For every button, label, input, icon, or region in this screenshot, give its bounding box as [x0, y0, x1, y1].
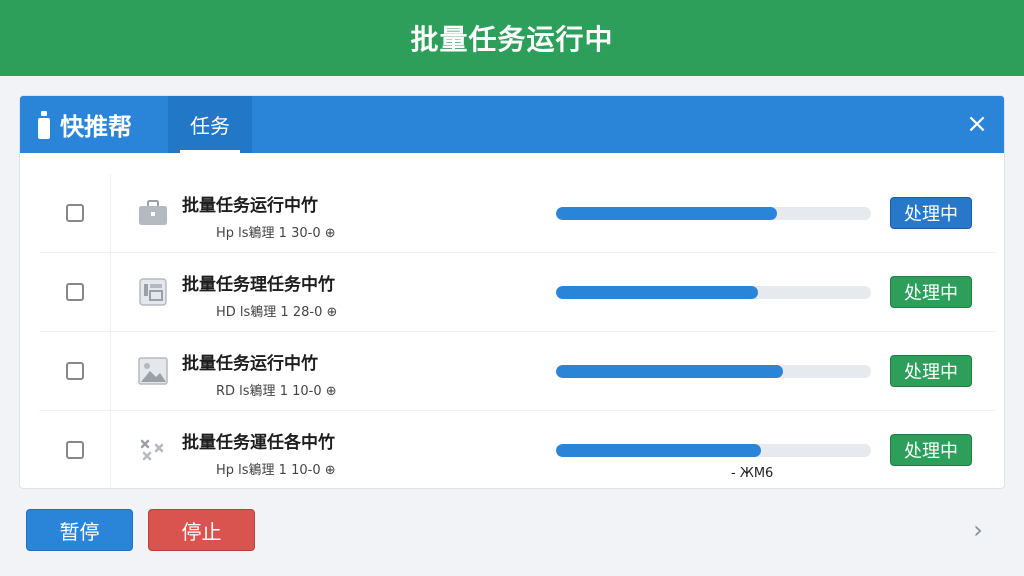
- brand-label: 快推帮: [60, 113, 132, 141]
- task-title: 批量任务运行中竹: [182, 196, 318, 216]
- puzzle-icon: [137, 435, 169, 465]
- task-checkbox[interactable]: [65, 283, 84, 301]
- status-badge[interactable]: 处理中: [890, 434, 972, 466]
- task-progress-fill: [556, 444, 761, 457]
- size-note: - ЖМ6: [731, 466, 774, 481]
- task-title: 批量任务理任务中竹: [182, 275, 335, 295]
- task-row: 批量任务運任各中竹 Hp ls鵴理 1 10-0 ⊕ 处理中: [39, 411, 995, 488]
- task-checkbox[interactable]: [65, 204, 84, 222]
- usb-drive-icon: [38, 110, 50, 139]
- task-text: 批量任务运行中竹 RD ls鵴理 1 10-0 ⊕: [182, 349, 337, 399]
- checkbox-cell: [39, 332, 111, 410]
- task-checkbox[interactable]: [65, 362, 84, 380]
- panel-header: 快推帮 任务 ×: [20, 96, 1004, 153]
- task-text: 批量任务運任各中竹 Hp ls鵴理 1 10-0 ⊕: [182, 428, 336, 478]
- task-subtitle: HD ls鵴理 1 28-0 ⊕: [216, 305, 338, 320]
- task-checkbox[interactable]: [65, 441, 84, 459]
- status-badge[interactable]: 处理中: [890, 276, 972, 308]
- checkbox-cell: [39, 411, 111, 488]
- brand: 快推帮: [20, 96, 168, 153]
- task-progress-fill: [556, 286, 758, 299]
- task-row: 批量任务运行中竹 Hp ls鵴理 1 30-0 ⊕ 处理中: [39, 174, 995, 253]
- briefcase-icon: [137, 198, 169, 228]
- task-subtitle: Hp ls鵴理 1 10-0 ⊕: [216, 463, 336, 478]
- task-progress-fill: [556, 365, 783, 378]
- task-title: 批量任务運任各中竹: [182, 433, 335, 453]
- status-badge[interactable]: 处理中: [890, 355, 972, 387]
- top-banner: 批量任务运行中: [0, 0, 1024, 76]
- tab-tasks[interactable]: 任务: [168, 96, 252, 153]
- task-text: 批量任务运行中竹 Hp ls鵴理 1 30-0 ⊕: [182, 191, 336, 241]
- document-icon: [137, 277, 169, 307]
- task-panel: 快推帮 任务 × 批量任务运行中竹 Hp ls鵴理 1 30-0 ⊕ 处理中 批…: [19, 95, 1005, 489]
- task-row: 批量任务运行中竹 RD ls鵴理 1 10-0 ⊕ 处理中: [39, 332, 995, 411]
- image-icon: [137, 356, 169, 386]
- close-icon[interactable]: ×: [964, 111, 990, 137]
- pause-button[interactable]: 暂停: [26, 509, 133, 551]
- task-list: 批量任务运行中竹 Hp ls鵴理 1 30-0 ⊕ 处理中 批量任务理任务中竹 …: [39, 174, 995, 488]
- checkbox-cell: [39, 174, 111, 252]
- status-badge[interactable]: 处理中: [890, 197, 972, 229]
- chevron-right-icon[interactable]: ›: [966, 516, 990, 544]
- task-progress: [556, 286, 871, 299]
- task-progress: [556, 207, 871, 220]
- task-title: 批量任务运行中竹: [182, 354, 318, 374]
- task-subtitle: Hp ls鵴理 1 30-0 ⊕: [216, 226, 336, 241]
- task-progress: [556, 444, 871, 457]
- task-subtitle: RD ls鵴理 1 10-0 ⊕: [216, 384, 337, 399]
- banner-title: 批量任务运行中: [410, 23, 614, 56]
- checkbox-cell: [39, 253, 111, 331]
- task-progress: [556, 365, 871, 378]
- task-text: 批量任务理任务中竹 HD ls鵴理 1 28-0 ⊕: [182, 270, 337, 320]
- stop-button[interactable]: 停止: [148, 509, 255, 551]
- task-row: 批量任务理任务中竹 HD ls鵴理 1 28-0 ⊕ 处理中: [39, 253, 995, 332]
- task-progress-fill: [556, 207, 777, 220]
